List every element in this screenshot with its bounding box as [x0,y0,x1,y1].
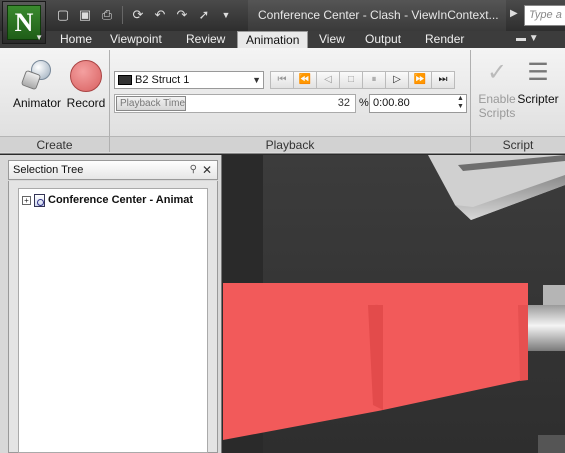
refresh-icon[interactable]: ⟳ [129,6,147,24]
tab-output[interactable]: Output [357,31,409,48]
customize-icon[interactable]: ▼ [217,6,235,24]
selection-tree-body: + Conference Center - Animat [8,181,218,453]
application-menu-button[interactable]: N ▼ [2,1,46,44]
animation-select[interactable]: B2 Struct 1 ▼ [114,71,264,89]
tab-home[interactable]: Home [52,31,100,48]
percent-value: 32 [337,97,350,109]
percent-symbol: % [359,97,369,109]
redo-icon[interactable]: ↷ [173,6,191,24]
selection-tree-panel: Selection Tree ⚲ ✕ + Conference Center -… [0,155,222,453]
select-icon[interactable]: ➚ [195,6,213,24]
play-button[interactable]: ▷ [385,71,409,89]
animation-select-value: B2 Struct 1 [135,74,190,86]
time-value: 0:00.80 [373,97,410,109]
step-back-button[interactable]: ⏪ [293,71,317,89]
title-bar: ▢ ▣ ⎙ ⟳ ↶ ↷ ➚ ▼ Conference Center - Clas… [0,0,565,31]
undo-icon[interactable]: ↶ [151,6,169,24]
animator-button[interactable]: Animator [10,60,64,110]
pause-button[interactable]: ⏸ [362,71,386,89]
tab-view[interactable]: View [311,31,353,48]
tree-item-root[interactable]: + Conference Center - Animat [22,192,193,208]
panel-title-playback: Playback [110,136,470,152]
rewind-button[interactable]: ⏮ [270,71,294,89]
scripter-button[interactable]: ☰ Scripter [514,58,562,106]
tree-item-label: Conference Center - Animat [48,194,194,206]
panel-title-script: Script [471,136,565,152]
search-input[interactable]: Type a keyword or phrase [524,5,565,26]
film-icon [118,75,132,85]
step-forward-button[interactable]: ⏩ [408,71,432,89]
end-button[interactable]: ⏭ [431,71,455,89]
save-icon[interactable]: ▣ [76,6,94,24]
pipe-bracket [543,285,565,305]
selection-tree-list[interactable]: + Conference Center - Animat [18,188,208,453]
tab-render[interactable]: Render [417,31,472,48]
playback-slider-thumb[interactable]: Playback Time [116,96,186,111]
record-label: Record [66,96,106,110]
3d-viewport[interactable] [223,155,565,453]
stop-button[interactable]: □ [339,71,363,89]
tab-review[interactable]: Review [178,31,233,48]
spinner-icon[interactable]: ▲ ▼ [456,95,465,111]
qat-divider [122,6,123,24]
close-icon[interactable]: ✕ [202,161,212,179]
transport-controls: ⏮ ⏪ ◁ □ ⏸ ▷ ⏩ ⏭ [270,71,455,89]
ribbon-options-icon[interactable]: ▬ ▼ [516,33,539,44]
floor-object [538,435,565,453]
animator-label: Animator [12,96,62,110]
ribbon: Animator Record Create B2 Struct 1 ▼ ⏮ ⏪… [0,48,565,154]
pipe [523,305,565,351]
time-field[interactable]: 0:00.80 ▲ ▼ [369,94,467,113]
panel-title-create: Create [0,136,109,152]
pin-icon[interactable]: ⚲ [190,161,197,179]
scripter-icon: ☰ [527,59,549,86]
animator-icon [20,60,53,92]
window-title: Conference Center - Clash - ViewInContex… [248,0,506,31]
chevron-down-icon: ▼ [35,33,43,42]
new-icon[interactable]: ▢ [54,6,72,24]
scene-render [223,155,565,453]
print-icon[interactable]: ⎙ [98,6,116,24]
play-reverse-button[interactable]: ◁ [316,71,340,89]
enable-scripts-label-2: Scripts [478,106,516,120]
chevron-down-icon: ▼ [252,75,261,85]
scripter-label: Scripter [517,92,559,106]
ribbon-tab-strip: Home Viewpoint Review Animation View Out… [0,31,565,48]
selection-tree-header: Selection Tree ⚲ ✕ [8,160,218,180]
quick-access-toolbar: ▢ ▣ ⎙ ⟳ ↶ ↷ ➚ ▼ [54,5,235,25]
enable-scripts-icon: ✓ [486,59,508,86]
expand-icon[interactable]: + [22,195,31,205]
model-file-icon [34,193,45,207]
tab-viewpoint[interactable]: Viewpoint [102,31,170,48]
record-icon [70,60,102,92]
tab-animation[interactable]: Animation [237,31,309,48]
selection-tree-title: Selection Tree [13,164,84,176]
chevron-right-icon[interactable]: ▶ [510,8,518,19]
record-button[interactable]: Record [64,60,108,110]
